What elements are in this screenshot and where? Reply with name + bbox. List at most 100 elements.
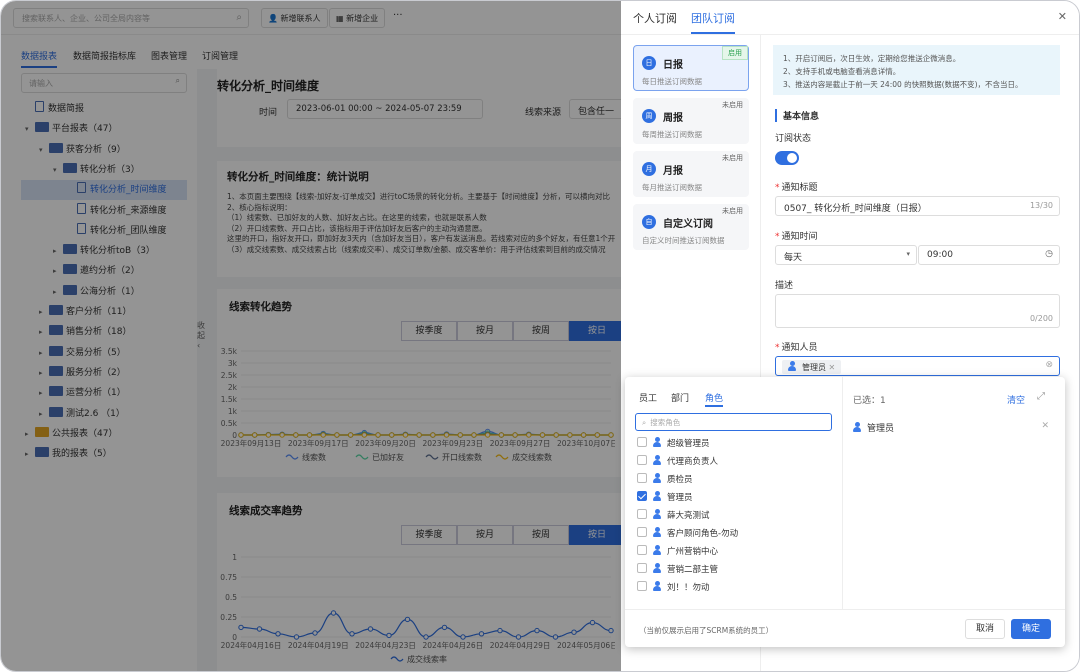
remove-tag-icon[interactable]: ✕ (829, 363, 836, 372)
status-toggle[interactable] (775, 151, 799, 165)
role-option[interactable]: 广州营销中心 (637, 543, 718, 561)
people-selector[interactable]: 管理员 ✕ ⊗ (775, 356, 1060, 376)
person-icon (653, 509, 661, 519)
subscription-desc: 每周推送订阅数据 (642, 130, 702, 139)
role-option[interactable]: 质检员 (637, 471, 693, 489)
divider (625, 609, 1065, 610)
person-icon (788, 361, 796, 371)
person-icon (653, 473, 661, 483)
role-option[interactable]: 管理员 (637, 489, 693, 507)
people-tag: 管理员 ✕ (782, 360, 842, 374)
role-option[interactable]: 薛大亮测试 (637, 507, 710, 525)
expand-icon[interactable]: ⤢ (1037, 391, 1045, 402)
person-icon (853, 422, 861, 432)
cancel-button[interactable]: 取消 (965, 619, 1005, 639)
caret-down-icon: ▾ (906, 250, 910, 258)
desc-count: 0/200 (1029, 314, 1053, 323)
role-search-input[interactable]: ⌕ 搜索角色 (635, 413, 832, 431)
subscription-card[interactable]: 月月报 每月推送订阅数据 未启用 (633, 151, 749, 197)
time-value: 09:00 (927, 250, 953, 260)
people-label: * 通知人员 (775, 343, 818, 353)
role-option-label: 管理员 (667, 493, 693, 503)
confirm-button[interactable]: 确定 (1011, 619, 1051, 639)
role-option-label: 薛大亮测试 (667, 511, 710, 521)
role-option-label: 刘！！勿动 (667, 583, 710, 593)
selected-item: 管理员 ✕ (853, 421, 1053, 434)
notice-line: 1、开启订阅后，次日生效，定期给您推送企微消息。 (783, 54, 961, 63)
clear-icon[interactable]: ⊗ (1045, 360, 1053, 370)
subscription-name: 日报 (663, 60, 683, 71)
role-search-placeholder: 搜索角色 (650, 418, 681, 427)
panel-header: 个人订阅 团队订阅 ✕ (621, 1, 1079, 35)
modal-overlay[interactable] (1, 1, 621, 671)
checkbox[interactable] (637, 509, 647, 519)
title-input[interactable]: 0507_ 转化分析_时间维度（日报） 13/30 (775, 196, 1060, 216)
checkbox[interactable] (637, 545, 647, 555)
tab-team-subscription[interactable]: 团队订阅 (691, 10, 735, 34)
footer-note: （当前仅展示启用了SCRM系统的员工） (639, 626, 774, 635)
checkbox[interactable] (637, 491, 647, 501)
notice-line: 2、支持手机或电脑查看消息详情。 (783, 67, 901, 76)
frequency-select[interactable]: 每天 ▾ (775, 245, 917, 265)
clock-icon: ◷ (1045, 249, 1053, 259)
role-option[interactable]: 营销二部主管 (637, 561, 718, 579)
calendar-icon: 月 (642, 162, 656, 176)
time-label-text: 通知时间 (781, 232, 818, 242)
calendar-icon: 日 (642, 56, 656, 70)
section-title: 基本信息 (775, 109, 819, 122)
role-option-label: 代理商负责人 (667, 457, 719, 467)
calendar-icon: 周 (642, 109, 656, 123)
status-badge: 未启用 (717, 99, 748, 111)
notice-box: 1、开启订阅后，次日生效，定期给您推送企微消息。 2、支持手机或电脑查看消息详情… (773, 45, 1060, 95)
role-option-label: 广州营销中心 (667, 547, 719, 557)
role-option-label: 质检员 (667, 475, 693, 485)
frequency-value: 每天 (784, 253, 803, 263)
subscription-card[interactable]: 自自定义订阅 自定义时间推送订阅数据 未启用 (633, 204, 749, 250)
status-label: 订阅状态 (775, 134, 812, 144)
notice-line: 3、推送内容是截止于前一天 24:00 的快照数据(数据不变)，不含当日。 (783, 80, 1023, 89)
subscription-card[interactable]: 周周报每周推送订阅数据 未启用 (633, 98, 749, 144)
checkbox[interactable] (637, 527, 647, 537)
role-option[interactable]: 客户顾问角色-勿动 (637, 525, 738, 543)
title-label: * 通知标题 (775, 183, 818, 193)
title-label-text: 通知标题 (781, 183, 818, 193)
subscription-name: 月报 (663, 166, 683, 177)
person-icon (653, 545, 661, 555)
people-picker-dropdown: 员工 部门 角色 ⌕ 搜索角色 超级管理员 代理商负责人 质检员 管理员 薛大亮测试 客户顾… (625, 377, 1065, 647)
role-option-label: 客户顾问角色-勿动 (667, 529, 739, 539)
tab-employee[interactable]: 员工 (639, 391, 657, 404)
close-icon[interactable]: ✕ (1058, 10, 1067, 23)
role-option[interactable]: 代理商负责人 (637, 453, 718, 471)
time-picker[interactable]: 09:00 ◷ (918, 245, 1060, 265)
checkbox[interactable] (637, 455, 647, 465)
desc-textarea[interactable]: 0/200 (775, 294, 1060, 328)
person-icon (653, 437, 661, 447)
selected-item-label: 管理员 (867, 424, 895, 434)
checkbox[interactable] (637, 563, 647, 573)
divider (842, 377, 843, 609)
time-label: * 通知时间 (775, 232, 818, 242)
checkbox[interactable] (637, 581, 647, 591)
people-label-text: 通知人员 (781, 343, 818, 353)
checkbox[interactable] (637, 437, 647, 447)
role-option[interactable]: 刘！！勿动 (637, 579, 710, 597)
subscription-desc: 每日推送订阅数据 (642, 77, 702, 86)
checkbox[interactable] (637, 473, 647, 483)
tab-role[interactable]: 角色 (705, 391, 724, 407)
tab-department[interactable]: 部门 (671, 391, 689, 404)
desc-label: 描述 (775, 281, 794, 291)
subscription-card[interactable]: 日日报 每日推送订阅数据 启用 (633, 45, 749, 91)
subscription-name: 周报 (663, 113, 683, 124)
app-window: 搜索联系人、企业、公司全局内容等 ⌕ 👤 新增联系人 ▦ 新增企业 ··· 数据报… (0, 0, 1080, 672)
person-icon (653, 491, 661, 501)
tab-personal-subscription[interactable]: 个人订阅 (633, 10, 677, 26)
subscription-desc: 自定义时间推送订阅数据 (642, 236, 725, 245)
status-badge: 未启用 (717, 205, 748, 217)
selected-count: 已选：1 (853, 396, 886, 406)
remove-icon[interactable]: ✕ (1041, 421, 1049, 431)
role-option[interactable]: 超级管理员 (637, 435, 710, 453)
title-count: 13/30 (1029, 201, 1053, 210)
subscription-desc: 每月推送订阅数据 (642, 183, 702, 192)
people-tag-label: 管理员 (802, 363, 826, 372)
clear-button[interactable]: 清空 (1007, 393, 1025, 406)
